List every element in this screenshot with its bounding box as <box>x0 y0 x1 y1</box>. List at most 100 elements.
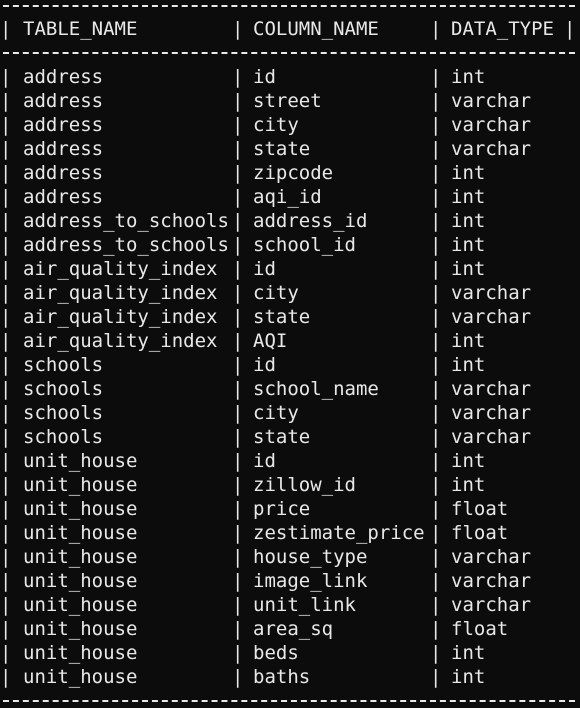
column-separator: | <box>0 546 12 568</box>
column-separator: | <box>0 114 12 136</box>
column-separator: | <box>430 618 442 640</box>
cell-table-name: unit_house <box>23 642 138 664</box>
cell-data-type: int <box>451 450 486 472</box>
table-row: | unit_house | beds | int <box>0 641 580 665</box>
table-row: | address | aqi_id | int <box>0 185 580 209</box>
column-separator: | <box>430 642 442 664</box>
column-separator: | <box>430 66 442 88</box>
cell-data-type: int <box>451 354 486 376</box>
cell-column-name: zillow_id <box>253 474 356 496</box>
column-separator: | <box>232 282 244 304</box>
column-separator: | <box>0 378 12 400</box>
cell-data-type: varchar <box>451 546 532 568</box>
table-row: | unit_house | id | int <box>0 449 580 473</box>
column-separator: | <box>430 570 442 592</box>
column-separator: | <box>0 306 12 328</box>
table-row: | address_to_schools | school_id | int <box>0 233 580 257</box>
cell-table-name: unit_house <box>23 666 138 688</box>
column-separator: | <box>232 90 244 112</box>
column-separator: | <box>232 258 244 280</box>
table-row: | schools | city | varchar <box>0 401 580 425</box>
column-separator: | <box>430 546 442 568</box>
column-separator: | <box>0 498 12 520</box>
cell-table-name: address <box>23 90 104 112</box>
cell-data-type: int <box>451 66 486 88</box>
column-separator: | <box>0 402 12 424</box>
cell-column-name: city <box>253 114 299 136</box>
header-data-type: DATA_TYPE <box>451 18 554 40</box>
column-separator: | <box>430 282 442 304</box>
cell-data-type: int <box>451 258 486 280</box>
column-separator: | <box>0 18 12 40</box>
cell-table-name: air_quality_index <box>23 306 218 328</box>
column-separator: | <box>232 546 244 568</box>
column-separator: | <box>0 186 12 208</box>
column-separator: | <box>430 306 442 328</box>
cell-table-name: schools <box>23 354 104 376</box>
column-separator: | <box>0 618 12 640</box>
column-separator: | <box>0 450 12 472</box>
column-separator: | <box>232 234 244 256</box>
table-row: | schools | state | varchar <box>0 425 580 449</box>
column-separator: | <box>232 354 244 376</box>
cell-table-name: unit_house <box>23 618 138 640</box>
table-row: | air_quality_index | city | varchar <box>0 281 580 305</box>
column-separator: | <box>0 210 12 232</box>
cell-column-name: zipcode <box>253 162 334 184</box>
cell-column-name: school_id <box>253 234 356 256</box>
table-row: | unit_house | house_type | varchar <box>0 545 580 569</box>
column-separator: | <box>232 642 244 664</box>
cell-table-name: unit_house <box>23 594 138 616</box>
column-separator: | <box>430 498 442 520</box>
cell-data-type: varchar <box>451 138 532 160</box>
cell-data-type: int <box>451 474 486 496</box>
column-separator: | <box>430 378 442 400</box>
table-row: | address | id | int <box>0 65 580 89</box>
cell-table-name: unit_house <box>23 498 138 520</box>
cell-table-name: address_to_schools <box>23 210 229 232</box>
column-separator: | <box>430 210 442 232</box>
table-bottom-border <box>3 700 575 702</box>
column-separator: | <box>0 258 12 280</box>
column-separator: | <box>232 306 244 328</box>
cell-data-type: int <box>451 186 486 208</box>
cell-column-name: AQI <box>253 330 288 352</box>
column-separator: | <box>0 570 12 592</box>
column-separator: | <box>0 90 12 112</box>
cell-column-name: image_link <box>253 570 368 592</box>
cell-table-name: air_quality_index <box>23 330 218 352</box>
column-separator: | <box>232 330 244 352</box>
column-separator: | <box>232 18 244 40</box>
cell-column-name: city <box>253 402 299 424</box>
cell-column-name: school_name <box>253 378 379 400</box>
cell-column-name: city <box>253 282 299 304</box>
cell-table-name: air_quality_index <box>23 282 218 304</box>
header-column-name: COLUMN_NAME <box>253 18 379 40</box>
cell-column-name: area_sq <box>253 618 334 640</box>
column-separator: | <box>232 618 244 640</box>
cell-data-type: int <box>451 162 486 184</box>
cell-table-name: address <box>23 114 104 136</box>
cell-table-name: unit_house <box>23 474 138 496</box>
column-separator: | <box>430 354 442 376</box>
cell-data-type: float <box>451 522 509 544</box>
table-row: | unit_house | baths | int <box>0 665 580 689</box>
cell-column-name: baths <box>253 666 311 688</box>
table-row: | schools | school_name | varchar <box>0 377 580 401</box>
column-separator: | <box>0 138 12 160</box>
column-separator: | <box>0 642 12 664</box>
column-separator: | <box>430 186 442 208</box>
column-separator: | <box>430 474 442 496</box>
column-separator: | <box>0 426 12 448</box>
column-separator: | <box>0 162 12 184</box>
cell-table-name: address <box>23 162 104 184</box>
cell-data-type: int <box>451 666 486 688</box>
cell-table-name: address_to_schools <box>23 234 229 256</box>
table-row: | unit_house | unit_link | varchar <box>0 593 580 617</box>
column-separator: | <box>232 378 244 400</box>
cell-data-type: varchar <box>451 570 532 592</box>
column-separator: | <box>430 162 442 184</box>
table-row: | unit_house | area_sq | float <box>0 617 580 641</box>
cell-table-name: address <box>23 186 104 208</box>
cell-column-name: state <box>253 426 311 448</box>
